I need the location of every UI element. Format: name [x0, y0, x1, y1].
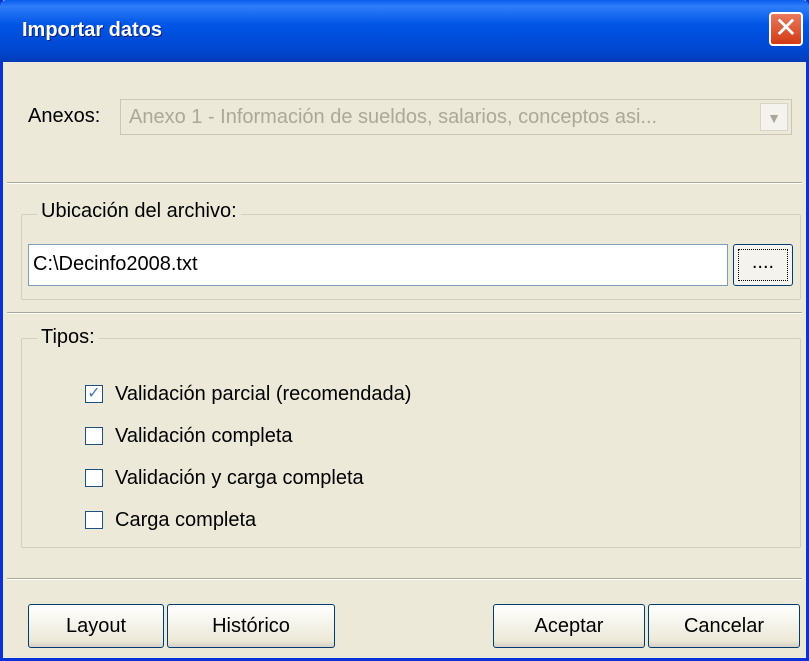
import-dialog: Importar datos ✕ Anexos: Anexo 1 - Infor… [0, 0, 809, 661]
cancelar-button[interactable]: Cancelar [648, 604, 800, 648]
close-icon: ✕ [774, 12, 798, 43]
layout-button[interactable]: Layout [28, 604, 164, 648]
close-button[interactable]: ✕ [769, 12, 803, 46]
ubicacion-group-title: Ubicación del archivo: [37, 200, 241, 223]
tipos-group-title: Tipos: [37, 326, 99, 349]
validacion-parcial-label: Validación parcial (recomendada) [115, 383, 412, 405]
file-path-input[interactable]: C:\Decinfo2008.txt [28, 244, 728, 286]
anexos-label: Anexos: [28, 105, 101, 127]
aceptar-button[interactable]: Aceptar [493, 604, 645, 648]
check-icon: ✓ [87, 385, 101, 402]
validacion-parcial-checkbox[interactable]: ✓ [85, 385, 103, 403]
separator [7, 312, 802, 314]
anexos-dropdown-button[interactable]: ▼ [760, 103, 788, 131]
title-bar[interactable]: Importar datos ✕ [0, 0, 809, 62]
browse-button[interactable]: .... [733, 244, 793, 286]
validacion-completa-label: Validación completa [115, 425, 293, 447]
historico-button[interactable]: Histórico [167, 604, 335, 648]
separator [7, 578, 802, 580]
separator [7, 182, 802, 184]
window-title: Importar datos [22, 19, 163, 41]
anexos-selected-value: Anexo 1 - Información de sueldos, salari… [129, 106, 658, 128]
validacion-carga-completa-label: Validación y carga completa [115, 467, 364, 489]
carga-completa-label: Carga completa [115, 509, 257, 531]
validacion-completa-checkbox[interactable] [85, 427, 103, 445]
carga-completa-checkbox[interactable] [85, 511, 103, 529]
validacion-carga-completa-checkbox[interactable] [85, 469, 103, 487]
anexos-select[interactable]: Anexo 1 - Información de sueldos, salari… [120, 99, 792, 135]
browse-focus-rect [738, 249, 788, 281]
chevron-down-icon: ▼ [767, 110, 781, 126]
